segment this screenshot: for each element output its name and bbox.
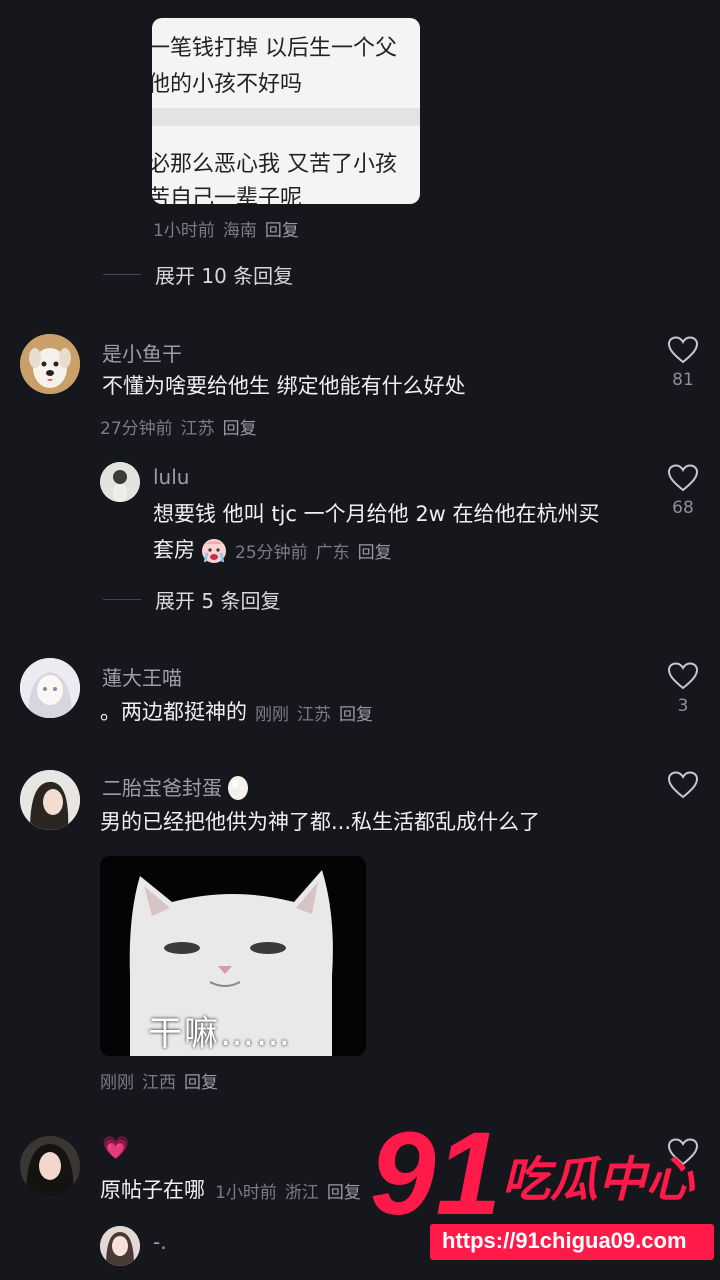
commenter-name[interactable]: lulu	[153, 465, 189, 489]
expand-replies-button[interactable]: 展开 5 条回复	[103, 585, 280, 614]
comment-text-continued: 套房 25分钟前 广东 回复	[153, 534, 400, 567]
comment-meta: 25分钟前 广东 回复	[235, 543, 392, 563]
avatar[interactable]	[20, 334, 80, 394]
comment-body: 。两边都挺神的 刚刚 江苏 回复	[100, 696, 381, 729]
comment-text: 原帖子在哪	[100, 1178, 205, 1202]
site-watermark: 91 吃瓜中心 https://91chigua09.com	[370, 1114, 716, 1264]
portrait-avatar-icon	[20, 770, 80, 830]
commenter-name[interactable]: 二胎宝爸封蛋	[102, 772, 222, 801]
heart-icon	[668, 771, 698, 799]
watermark-url: https://91chigua09.com	[442, 1228, 687, 1253]
reply-button[interactable]: 回复	[339, 705, 373, 725]
like-button[interactable]	[663, 771, 703, 799]
cat-meme-image[interactable]: 干嘛……	[100, 856, 366, 1056]
like-button[interactable]: 3	[663, 662, 703, 716]
heart-icon	[668, 662, 698, 690]
reply-button[interactable]: 回复	[327, 1183, 361, 1203]
commenter-name[interactable]: 是小鱼干	[102, 338, 182, 367]
expand-divider	[103, 599, 141, 600]
reply-button[interactable]: 回复	[265, 221, 299, 241]
expand-replies-button[interactable]: 展开 10 条回复	[103, 260, 293, 289]
comment-body: 原帖子在哪 1小时前 浙江 回复	[100, 1174, 369, 1207]
like-count: 68	[672, 498, 694, 518]
watermark-title: 吃瓜中心	[502, 1152, 695, 1208]
image-text-line: 一笔钱打掉 以后生一个父	[152, 36, 397, 61]
comment-meta: 刚刚 江西 回复	[100, 1073, 218, 1093]
anime-avatar-icon	[20, 658, 80, 718]
comment-text: 不懂为啥要给他生 绑定他能有什么好处	[102, 374, 466, 398]
like-count: 81	[672, 370, 694, 390]
image-divider	[152, 108, 420, 126]
avatar[interactable]	[20, 658, 80, 718]
avatar[interactable]	[100, 1226, 140, 1266]
expand-divider	[103, 274, 141, 275]
heart-icon	[668, 336, 698, 364]
meme-caption: 干嘛……	[148, 1014, 292, 1054]
reply-button[interactable]: 回复	[223, 419, 257, 439]
heart-icon	[668, 464, 698, 492]
reply-button[interactable]: 回复	[358, 543, 392, 563]
portrait-avatar-icon	[100, 1226, 140, 1266]
egg-icon	[228, 775, 248, 800]
watermark-number: 91	[370, 1108, 502, 1240]
commenter-name[interactable]: -.	[153, 1230, 167, 1254]
comment-text: 男的已经把他供为神了都...私生活都乱成什么了	[100, 810, 541, 834]
comment-meta: 1小时前 浙江 回复	[215, 1183, 361, 1203]
reply-button[interactable]: 回复	[184, 1073, 218, 1093]
like-button[interactable]: 81	[663, 336, 703, 390]
comment-text: 想要钱 他叫 tjc 一个月给他 2w 在给他在杭州买	[153, 502, 600, 526]
like-button[interactable]: 68	[663, 464, 703, 518]
avatar[interactable]	[20, 770, 80, 830]
image-text-line: 必那么恶心我 又苦了小孩	[152, 152, 397, 177]
portrait-avatar-icon	[20, 1136, 80, 1196]
commenter-name[interactable]: 蓮大王喵	[102, 662, 182, 691]
comment-meta: 1小时前 海南 回复	[153, 221, 299, 241]
avatar[interactable]	[100, 462, 140, 502]
crying-emoji-icon	[202, 538, 226, 563]
person-avatar-icon	[100, 462, 140, 502]
commenter-name[interactable]: 💗	[102, 1136, 129, 1161]
comment-meta: 刚刚 江苏 回复	[255, 705, 373, 725]
avatar[interactable]	[20, 1136, 80, 1196]
comment-text: 。两边都挺神的	[100, 700, 247, 724]
like-count: 3	[677, 696, 689, 716]
comment-meta: 27分钟前 江苏 回复	[100, 419, 257, 439]
commenter-name-row: 二胎宝爸封蛋	[102, 772, 250, 801]
comment-image[interactable]: 一笔钱打掉 以后生一个父 他的小孩不好吗 必那么恶心我 又苦了小孩 苦自己一辈子…	[152, 18, 420, 204]
image-text-line: 苦自己一辈子呢	[152, 186, 303, 204]
dog-avatar-icon	[20, 334, 80, 394]
image-text-line: 他的小孩不好吗	[152, 72, 303, 97]
